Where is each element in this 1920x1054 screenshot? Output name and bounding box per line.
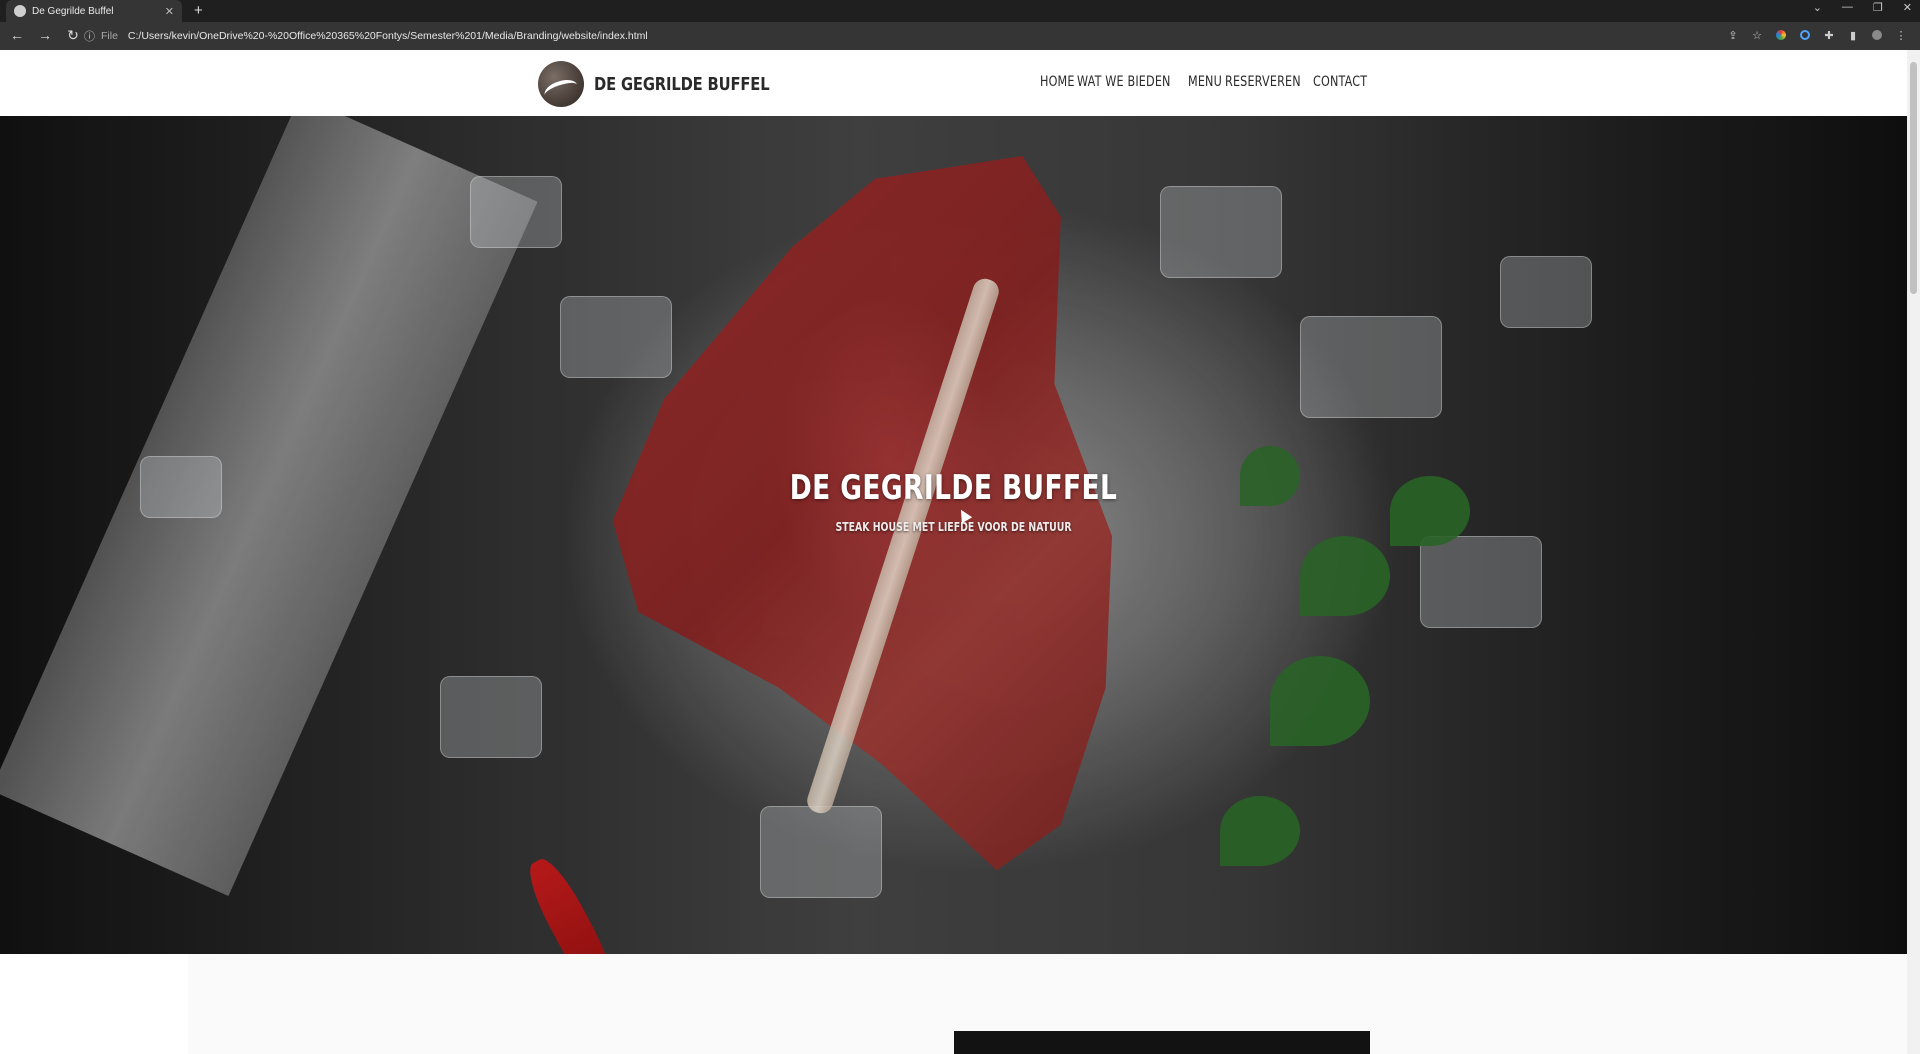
- browser-toolbar: ← → ↻ ⓘ File C:/Users/kevin/OneDrive%20-…: [0, 22, 1920, 50]
- circle-extension-icon[interactable]: [1798, 28, 1812, 42]
- star-icon[interactable]: ☆: [1750, 28, 1764, 42]
- restore-icon[interactable]: ❐: [1873, 1, 1883, 14]
- info-icon[interactable]: ⓘ: [84, 28, 95, 44]
- tab-favicon-icon: [14, 5, 26, 17]
- nav-reserveren[interactable]: RESERVEREN: [1225, 74, 1301, 90]
- buffalo-logo-icon: [538, 61, 584, 107]
- hero-overlay: [0, 116, 1907, 954]
- puzzle-icon[interactable]: ✚: [1822, 28, 1836, 42]
- brand-name: DE GEGRILDE BUFFEL: [594, 73, 770, 95]
- site-header: DE GEGRILDE BUFFEL HOME WAT WE BIEDEN ME…: [0, 50, 1907, 116]
- dark-content-block: [954, 1031, 1370, 1054]
- color-extension-icon[interactable]: [1774, 28, 1788, 42]
- hero-section: DE GEGRILDE BUFFEL STEAK HOUSE MET LIEFD…: [0, 116, 1907, 954]
- web-page: DE GEGRILDE BUFFEL HOME WAT WE BIEDEN ME…: [0, 50, 1907, 1054]
- minimize-icon[interactable]: —: [1842, 1, 1853, 14]
- close-window-icon[interactable]: ✕: [1903, 1, 1912, 14]
- nav-contact[interactable]: CONTACT: [1313, 74, 1367, 90]
- page-scrollbar[interactable]: [1907, 50, 1920, 1054]
- browser-tab[interactable]: De Gegrilde Buffel ✕: [6, 0, 182, 22]
- profile-icon[interactable]: [1870, 28, 1884, 42]
- scrollbar-thumb[interactable]: [1910, 62, 1917, 294]
- tab-search-icon[interactable]: ⌄: [1813, 1, 1822, 14]
- section-left-panel: [0, 954, 188, 1054]
- navigation-buttons: ← → ↻: [10, 27, 80, 44]
- sidepanel-icon[interactable]: ▮: [1846, 28, 1860, 42]
- main-navigation: HOME WAT WE BIEDEN MENU RESERVEREN CONTA…: [1040, 74, 1368, 90]
- nav-menu[interactable]: MENU: [1188, 74, 1222, 90]
- new-tab-button[interactable]: +: [194, 2, 203, 20]
- tab-title: De Gegrilde Buffel: [32, 5, 114, 17]
- browser-titlebar: De Gegrilde Buffel ✕ + ⌄ — ❐ ✕: [0, 0, 1920, 22]
- tab-close-icon[interactable]: ✕: [165, 5, 174, 18]
- hero-title: DE GEGRILDE BUFFEL: [789, 468, 1118, 508]
- window-controls: ⌄ — ❐ ✕: [1813, 1, 1912, 14]
- share-icon[interactable]: ⇪: [1726, 28, 1740, 42]
- content-section: [0, 954, 1907, 1054]
- hero-subtitle: STEAK HOUSE MET LIEFDE VOOR DE NATUUR: [835, 520, 1072, 534]
- reload-icon[interactable]: ↻: [66, 27, 80, 44]
- url-text[interactable]: C:/Users/kevin/OneDrive%20-%20Office%203…: [128, 30, 648, 42]
- toolbar-icons: ⇪ ☆ ✚ ▮ ⋮: [1726, 28, 1908, 42]
- forward-arrow-icon[interactable]: →: [38, 27, 52, 44]
- back-arrow-icon[interactable]: ←: [10, 27, 24, 44]
- nav-wat-we-bieden[interactable]: WAT WE BIEDEN: [1077, 74, 1171, 90]
- site-logo[interactable]: DE GEGRILDE BUFFEL: [538, 61, 808, 107]
- menu-icon[interactable]: ⋮: [1894, 28, 1908, 42]
- url-scheme-label: File: [101, 30, 118, 42]
- nav-home[interactable]: HOME: [1040, 74, 1075, 90]
- address-field[interactable]: ⓘ File C:/Users/kevin/OneDrive%20-%20Off…: [84, 26, 1854, 46]
